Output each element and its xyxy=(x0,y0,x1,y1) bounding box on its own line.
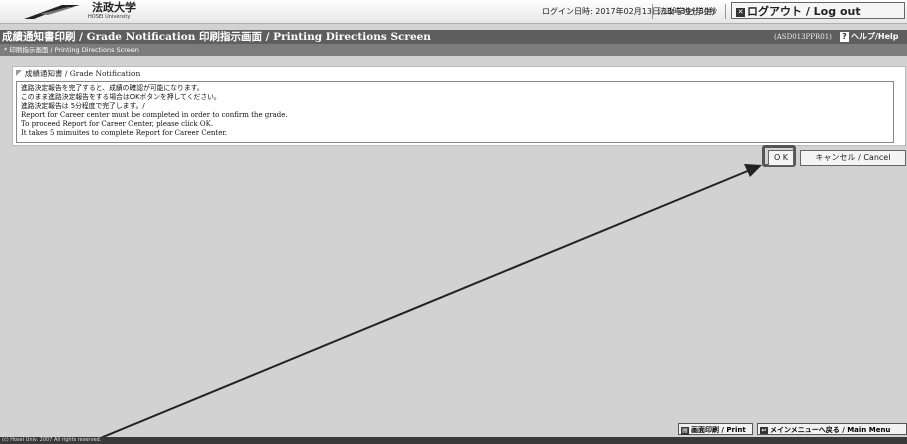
main-menu-button[interactable]: ↩ メインメニューへ戻る / Main Menu xyxy=(757,423,907,435)
message-line: Report for Career center must be complet… xyxy=(21,111,288,119)
panel-header: 成績通知書 / Grade Notification xyxy=(16,69,140,79)
message-line: 進路決定報告を完了すると、成績の確認が可能になります。 xyxy=(21,84,204,92)
divider xyxy=(652,4,653,19)
return-icon: ↩ xyxy=(760,427,768,434)
close-box-icon: ✕ xyxy=(736,8,745,17)
help-button[interactable]: ? ヘルプ/Help xyxy=(840,31,899,43)
message-line: このまま進路決定報告をする場合はOKボタンを押してください。 xyxy=(21,93,221,101)
main-menu-label: メインメニューへ戻る / Main Menu xyxy=(770,426,891,434)
cancel-button[interactable]: キャンセル / Cancel xyxy=(800,150,906,166)
copyright: (c) Hosei Univ. 2007 All rights reserved… xyxy=(2,437,102,443)
footer: (c) Hosei Univ. 2007 All rights reserved… xyxy=(0,437,907,444)
top-header: 法政大学 HOSEI University ログイン日時: 2017年02月13… xyxy=(0,0,907,24)
message-line: 進路決定報告は 5分程度で完了します。/ xyxy=(21,102,145,110)
breadcrumb: * 印刷指示画面 / Printing Directions Screen xyxy=(4,46,139,54)
printer-icon: ▤ xyxy=(681,427,689,435)
message-line: It takes 5 mimuites to complete Report f… xyxy=(21,129,228,137)
message-line: To proceed Report for Career Center, ple… xyxy=(21,120,214,128)
logo-mark-icon xyxy=(24,5,80,19)
help-label: ヘルプ/Help xyxy=(851,32,899,41)
corner-mark-icon xyxy=(16,70,22,76)
logout-button[interactable]: ✕ ログアウト / Log out xyxy=(731,2,905,19)
question-icon: ? xyxy=(840,32,849,42)
print-button[interactable]: ▤ 画面印刷 / Print xyxy=(678,423,753,435)
divider xyxy=(725,4,726,19)
panel-title: 成績通知書 / Grade Notification xyxy=(25,69,141,78)
screen-id: (ASD013PPR01) xyxy=(774,33,832,41)
user-info: 法政 学生(学生) xyxy=(658,7,715,16)
university-name-en: HOSEI University xyxy=(88,14,131,20)
grade-notification-panel: 成績通知書 / Grade Notification 進路決定報告を完了すると、… xyxy=(12,66,906,146)
university-name: 法政大学 xyxy=(92,1,136,14)
arrow-head-icon xyxy=(744,164,762,177)
page-title: 成績通知書印刷 / Grade Notification 印刷指示画面 / Pr… xyxy=(2,31,431,43)
message-box: 進路決定報告を完了すると、成績の確認が可能になります。 このまま進路決定報告をす… xyxy=(16,81,894,143)
title-bar: 成績通知書印刷 / Grade Notification 印刷指示画面 / Pr… xyxy=(0,30,907,44)
ok-button[interactable]: O K xyxy=(768,150,794,166)
logout-label: ログアウト / Log out xyxy=(747,5,861,18)
university-logo[interactable]: 法政大学 HOSEI University xyxy=(22,2,162,21)
breadcrumb-bar: * 印刷指示画面 / Printing Directions Screen xyxy=(0,44,907,56)
print-label: 画面印刷 / Print xyxy=(691,426,746,434)
